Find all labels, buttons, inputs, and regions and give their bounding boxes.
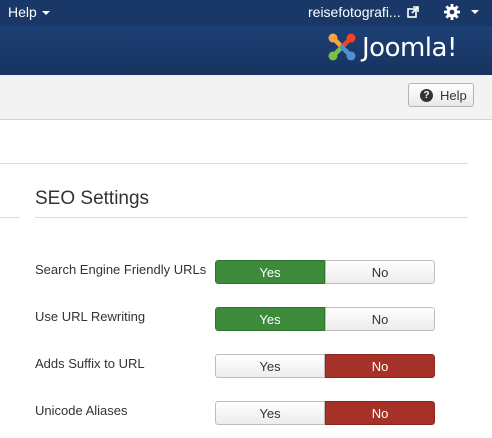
toggle-sef-urls: Yes No — [215, 260, 435, 284]
url-suffix-yes-button[interactable]: Yes — [215, 354, 325, 378]
external-link-icon[interactable] — [407, 6, 419, 18]
section-title: SEO Settings — [35, 188, 150, 209]
tabs-divider — [0, 163, 468, 164]
joomla-logo-text: Joomla! — [362, 33, 457, 63]
chevron-down-icon — [41, 11, 50, 16]
gear-chevron-down-icon — [471, 10, 479, 14]
sef-urls-yes-button[interactable]: Yes — [215, 260, 325, 284]
setting-label-sef-urls: Search Engine Friendly URLs — [35, 262, 207, 277]
unicode-aliases-no-button[interactable]: No — [325, 401, 435, 425]
toggle-unicode-aliases: Yes No — [215, 401, 435, 425]
site-name: reisefotografi... — [308, 4, 401, 20]
help-menu-label: Help — [8, 4, 37, 20]
toggle-url-suffix: Yes No — [215, 354, 435, 378]
admin-topbar: Help reisefotografi... — [0, 0, 492, 26]
left-divider — [0, 217, 20, 218]
setting-label-url-rewriting: Use URL Rewriting — [35, 309, 146, 324]
url-rewriting-no-button[interactable]: No — [325, 307, 435, 331]
gear-icon[interactable] — [443, 3, 461, 21]
help-button[interactable]: ? Help — [408, 83, 474, 107]
url-rewriting-yes-button[interactable]: Yes — [215, 307, 325, 331]
section-divider — [35, 217, 468, 218]
joomla-logo-icon — [328, 33, 356, 61]
help-button-label: Help — [440, 88, 467, 103]
setting-label-unicode-aliases: Unicode Aliases — [35, 403, 128, 418]
url-suffix-no-button[interactable]: No — [325, 354, 435, 378]
help-menu[interactable]: Help — [8, 4, 50, 20]
site-link[interactable]: reisefotografi... — [308, 4, 401, 20]
setting-label-url-suffix: Adds Suffix to URL — [35, 356, 145, 371]
question-circle-icon: ? — [420, 89, 433, 102]
toggle-url-rewriting: Yes No — [215, 307, 435, 331]
unicode-aliases-yes-button[interactable]: Yes — [215, 401, 325, 425]
sef-urls-no-button[interactable]: No — [325, 260, 435, 284]
